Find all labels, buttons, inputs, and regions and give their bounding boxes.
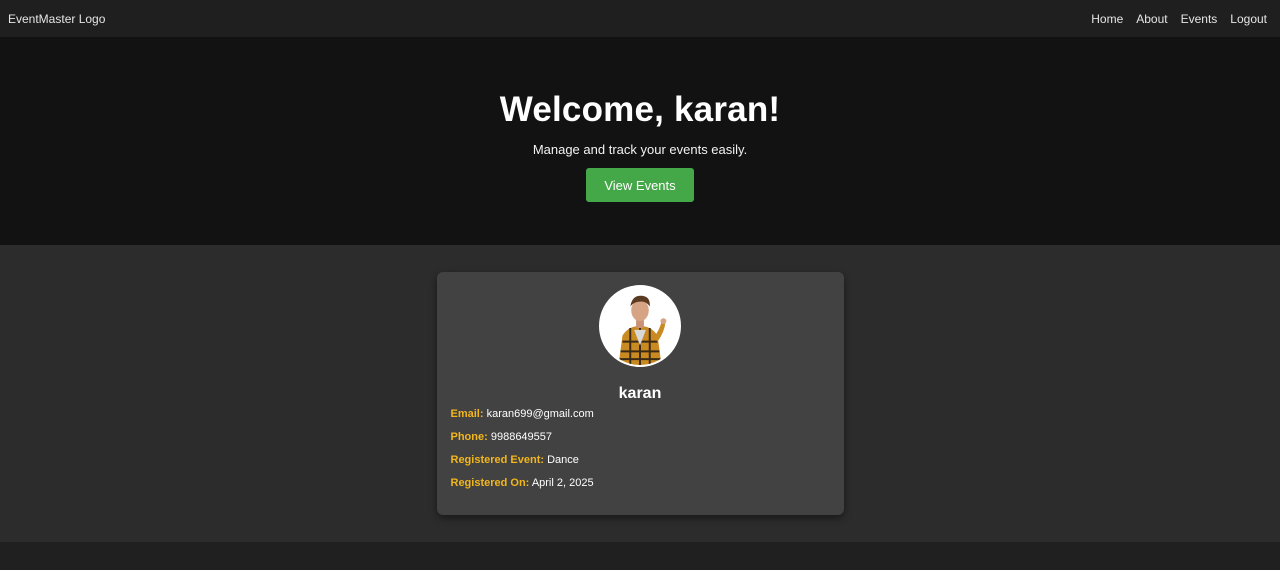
email-row: Email: karan699@gmail.com [451,407,830,421]
nav-link-logout[interactable]: Logout [1230,12,1267,26]
hero-subtitle: Manage and track your events easily. [532,142,748,157]
nav-links: Home About Events Logout [1091,12,1267,26]
profile-card: karan Email: karan699@gmail.com Phone: 9… [436,272,844,515]
registered-on-value: April 2, 2025 [531,477,594,489]
phone-value: 9988649557 [490,431,553,443]
registered-event-label: Registered Event: [450,454,545,466]
registered-on-label: Registered On: [450,477,530,489]
registered-event-value: Dance [547,454,579,466]
welcome-title: Welcome, karan! [499,90,781,129]
registered-event-row: Registered Event: Dance [451,453,830,467]
email-label: Email: [450,408,484,420]
profile-details: Email: karan699@gmail.com Phone: 9988649… [451,407,830,499]
phone-label: Phone: [450,431,488,443]
profile-section: karan Email: karan699@gmail.com Phone: 9… [0,245,1280,542]
registered-on-row: Registered On: April 2, 2025 [451,476,830,490]
logo-alt-text: EventMaster Logo [8,11,106,26]
nav-link-events[interactable]: Events [1181,12,1218,26]
nav-link-about[interactable]: About [1136,12,1167,26]
profile-name: karan [618,385,662,402]
email-value: karan699@gmail.com [486,408,594,420]
phone-row: Phone: 9988649557 [451,430,830,444]
avatar [599,285,681,367]
view-events-button[interactable]: View Events [586,168,694,202]
user-photo-icon [601,287,679,365]
footer-strip [0,542,1280,570]
logo[interactable]: EventMaster Logo [8,12,105,26]
hero-section: Welcome, karan! Manage and track your ev… [0,37,1280,245]
nav-link-home[interactable]: Home [1091,12,1123,26]
navbar: EventMaster Logo Home About Events Logou… [0,0,1280,37]
